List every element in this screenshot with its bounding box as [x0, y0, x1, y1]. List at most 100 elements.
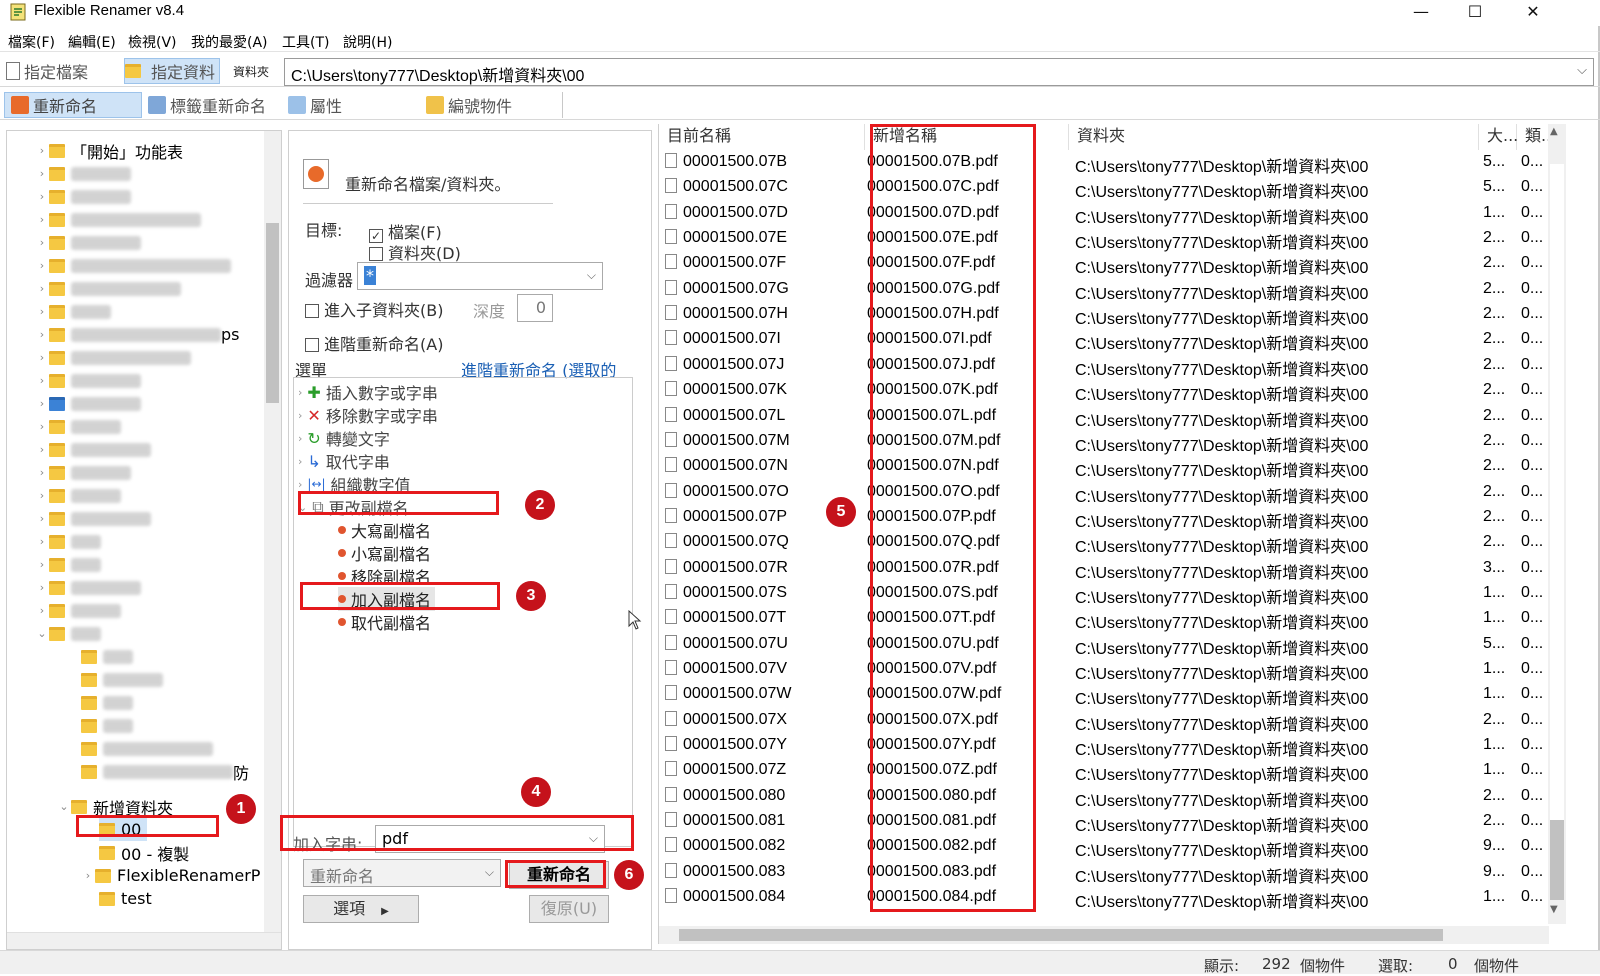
- table-row[interactable]: 00001500.07S 00001500.07S.pdf C:\Users\ton…: [659, 581, 1549, 607]
- specify-folder-button[interactable]: 指定資料: [124, 58, 220, 84]
- table-row[interactable]: 00001500.07R 00001500.07R.pdf C:\Users\ton…: [659, 556, 1549, 582]
- chevron-right-icon[interactable]: ›: [35, 466, 49, 479]
- menu-tools[interactable]: 工具(T): [282, 32, 329, 52]
- tree-horizontal-scrollbar[interactable]: [7, 932, 281, 949]
- op-insert[interactable]: › ✚ 插入數字或字串: [298, 380, 438, 404]
- op-convert[interactable]: › ↻ 轉變文字: [298, 426, 390, 450]
- chevron-down-icon[interactable]: ⌵: [485, 865, 494, 880]
- table-row[interactable]: 00001500.07F 00001500.07F.pdf C:\Users\ton…: [659, 251, 1549, 277]
- tree-item[interactable]: [81, 691, 133, 714]
- tree-item[interactable]: ›: [35, 415, 121, 438]
- file-list-horizontal-scrollbar[interactable]: [659, 926, 1549, 944]
- ext-op-lowercase[interactable]: 小寫副檔名: [338, 541, 431, 565]
- table-row[interactable]: 00001500.082 00001500.082.pdf C:\Users\ton…: [659, 834, 1549, 860]
- options-button[interactable]: 選項 ▶: [303, 895, 419, 923]
- horizontal-scrollbar-thumb[interactable]: [679, 929, 1443, 941]
- tree-item[interactable]: [81, 714, 133, 737]
- tree-item-test[interactable]: test: [99, 887, 152, 910]
- chevron-right-icon[interactable]: ›: [35, 558, 49, 571]
- op-remove[interactable]: › ✕ 移除數字或字串: [298, 403, 438, 427]
- tree-item[interactable]: [81, 645, 133, 668]
- op-organize[interactable]: › |↔| 組織數字值: [298, 472, 411, 496]
- table-row[interactable]: 00001500.07J 00001500.07J.pdf C:\Users\ton…: [659, 353, 1549, 379]
- tree-item[interactable]: ›: [35, 162, 131, 185]
- ext-op-replace[interactable]: 取代副檔名: [338, 610, 431, 634]
- chevron-right-icon[interactable]: ›: [35, 236, 49, 249]
- tree-item[interactable]: ›: [35, 438, 151, 461]
- tree-item[interactable]: ›: [35, 208, 201, 231]
- tree-item[interactable]: ›: [35, 300, 111, 323]
- chevron-right-icon[interactable]: ›: [35, 512, 49, 525]
- chevron-right-icon[interactable]: ›: [35, 535, 49, 548]
- table-row[interactable]: 00001500.07B 00001500.07B.pdf C:\Users\ton…: [659, 150, 1549, 176]
- table-row[interactable]: 00001500.07X 00001500.07X.pdf C:\Users\ton…: [659, 708, 1549, 734]
- tree-item-flexible-renamer[interactable]: › FlexibleRenamerP: [81, 864, 261, 887]
- table-row[interactable]: 00001500.07P 00001500.07P.pdf C:\Users\ton…: [659, 505, 1549, 531]
- scroll-track[interactable]: [1550, 164, 1564, 884]
- chevron-right-icon[interactable]: ›: [35, 213, 49, 226]
- tree-item[interactable]: ›: [35, 576, 141, 599]
- tree-item[interactable]: › 「開始」功能表: [35, 139, 183, 162]
- tree-item[interactable]: ›: [35, 484, 121, 507]
- tree-item[interactable]: [81, 668, 163, 691]
- chevron-right-icon[interactable]: ›: [35, 443, 49, 456]
- chevron-right-icon[interactable]: ›: [35, 167, 49, 180]
- depth-input[interactable]: 0: [517, 294, 553, 322]
- table-row[interactable]: 00001500.07O 00001500.07O.pdf C:\Users\ton…: [659, 480, 1549, 506]
- table-row[interactable]: 00001500.07T 00001500.07T.pdf C:\Users\ton…: [659, 606, 1549, 632]
- add-string-combobox[interactable]: pdf ⌵: [375, 825, 605, 853]
- tree-item-00[interactable]: 00: [99, 818, 148, 841]
- tree-item[interactable]: ›: [35, 553, 101, 576]
- table-row[interactable]: 00001500.07E 00001500.07E.pdf C:\Users\ton…: [659, 226, 1549, 252]
- menu-file[interactable]: 檔案(F): [8, 32, 55, 52]
- tree-item-00-copy[interactable]: 00 - 複製: [99, 841, 189, 864]
- file-list-scrollbar[interactable]: ▲ ▼: [1548, 124, 1566, 924]
- table-row[interactable]: 00001500.07Z 00001500.07Z.pdf C:\Users\ton…: [659, 758, 1549, 784]
- tree-scrollbar-thumb[interactable]: [266, 223, 279, 403]
- table-row[interactable]: 00001500.07U 00001500.07U.pdf C:\Users\ton…: [659, 632, 1549, 658]
- table-row[interactable]: 00001500.07N 00001500.07N.pdf C:\Users\ton…: [659, 454, 1549, 480]
- chevron-right-icon[interactable]: ›: [35, 190, 49, 203]
- ext-op-uppercase[interactable]: 大寫副檔名: [338, 518, 431, 542]
- table-row[interactable]: 00001500.07H 00001500.07H.pdf C:\Users\ton…: [659, 302, 1549, 328]
- tree-item[interactable]: ›: [35, 369, 141, 392]
- chevron-down-icon[interactable]: ⌵: [1577, 62, 1587, 78]
- chevron-right-icon[interactable]: ›: [35, 144, 49, 157]
- tab-rename[interactable]: 重新命名: [4, 92, 142, 118]
- chevron-right-icon[interactable]: ›: [35, 489, 49, 502]
- tree-item[interactable]: › ps: [35, 323, 240, 346]
- chevron-right-icon[interactable]: ›: [35, 328, 49, 341]
- menu-favorites[interactable]: 我的最愛(A): [191, 32, 268, 52]
- table-row[interactable]: 00001500.07Y 00001500.07Y.pdf C:\Users\ton…: [659, 733, 1549, 759]
- table-row[interactable]: 00001500.07W 00001500.07W.pdf C:\Users\ton…: [659, 682, 1549, 708]
- column-current-name[interactable]: 目前名稱: [659, 124, 865, 150]
- tab-tag-rename[interactable]: 標籤重新命名: [142, 92, 272, 118]
- menu-view[interactable]: 檢視(V): [128, 32, 177, 52]
- table-row[interactable]: 00001500.07M 00001500.07M.pdf C:\Users\ton…: [659, 429, 1549, 455]
- tree-item[interactable]: ›: [35, 346, 191, 369]
- table-row[interactable]: 00001500.07D 00001500.07D.pdf C:\Users\ton…: [659, 201, 1549, 227]
- file-list[interactable]: 目前名稱 新增名稱 資料夾 大... 類... 00001500.07B 0000…: [658, 124, 1566, 944]
- menu-edit[interactable]: 編輯(E): [68, 32, 116, 52]
- table-row[interactable]: 00001500.080 00001500.080.pdf C:\Users\ton…: [659, 784, 1549, 810]
- tab-number-objects[interactable]: 編號物件: [420, 92, 518, 118]
- table-row[interactable]: 00001500.083 00001500.083.pdf C:\Users\ton…: [659, 860, 1549, 886]
- tree-item[interactable]: ›: [35, 507, 151, 530]
- chevron-down-icon[interactable]: ⌄: [57, 800, 71, 813]
- subfolders-checkbox[interactable]: 進入子資料夾(B): [305, 297, 443, 321]
- minimize-button[interactable]: —: [1398, 0, 1444, 26]
- column-type[interactable]: 類...: [1517, 124, 1556, 150]
- op-change-extension[interactable]: ⌄ ⧉ 更改副檔名: [298, 495, 409, 519]
- path-combobox[interactable]: C:\Users\tony777\Desktop\新增資料夾\00 ⌵: [284, 58, 1594, 86]
- table-row[interactable]: 00001500.07I 00001500.07I.pdf C:\Users\ton…: [659, 327, 1549, 353]
- op-replace[interactable]: › ↳ 取代字串: [298, 449, 390, 473]
- chevron-right-icon[interactable]: ›: [35, 420, 49, 433]
- tab-attributes[interactable]: 屬性: [282, 92, 348, 118]
- table-row[interactable]: 00001500.07G 00001500.07G.pdf C:\Users\ton…: [659, 277, 1549, 303]
- chevron-right-icon[interactable]: ›: [35, 282, 49, 295]
- table-row[interactable]: 00001500.07L 00001500.07L.pdf C:\Users\ton…: [659, 404, 1549, 430]
- tree-scrollbar[interactable]: [264, 131, 281, 949]
- ext-op-remove[interactable]: 移除副檔名: [338, 564, 431, 588]
- chevron-right-icon[interactable]: ›: [81, 869, 95, 882]
- undo-button[interactable]: 復原(U): [529, 895, 609, 923]
